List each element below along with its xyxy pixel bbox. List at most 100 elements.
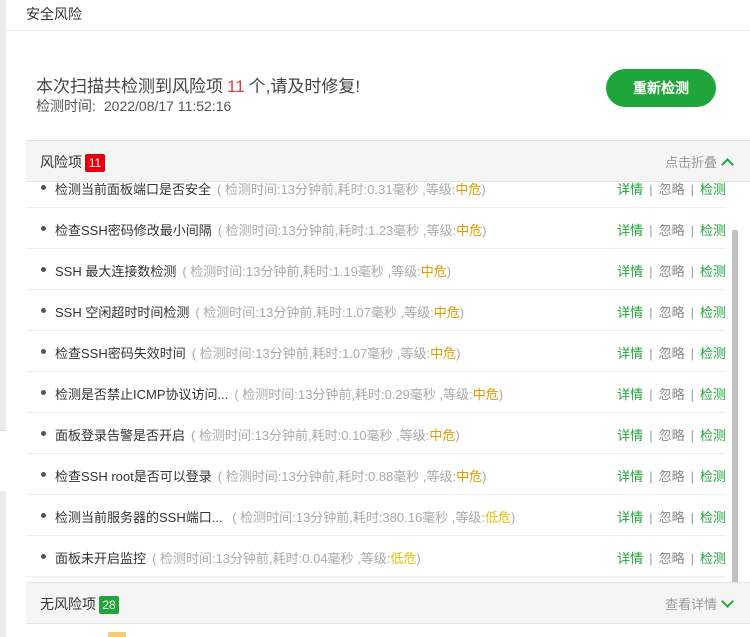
risk-meta-prefix: ( 检测时间:13分钟前,耗时:0.29毫秒 ,等级: — [234, 387, 473, 402]
detail-link[interactable]: 详情 — [617, 510, 643, 525]
view-details-label: 查看详情 — [664, 597, 717, 612]
check-link[interactable]: 检测 — [700, 346, 726, 361]
risk-level: 中危 — [430, 346, 457, 361]
check-link[interactable]: 检测 — [700, 510, 726, 525]
ignore-link[interactable]: 忽略 — [659, 346, 685, 361]
detail-link[interactable]: 详情 — [617, 551, 643, 566]
risk-item-text: SSH 空闲超时时间检测 ( 检测时间:13分钟前,耗时:1.07毫秒 ,等级:中… — [55, 302, 464, 321]
scan-summary: 本次扫描共检测到风险项 11 个,请及时修复! — [36, 72, 360, 97]
detail-link[interactable]: 详情 — [617, 223, 643, 238]
risk-actions: 详情 | 忽略 | 检测 — [617, 548, 726, 567]
ignore-link[interactable]: 忽略 — [659, 469, 685, 484]
chevron-down-icon — [721, 595, 734, 608]
risk-item-text: 面板未开启监控 ( 检测时间:13分钟前,耗时:0.04毫秒 ,等级:低危) — [55, 548, 421, 567]
risk-section-header[interactable]: 风险项 11 点击折叠 — [26, 140, 750, 182]
risk-meta-suffix: ) — [446, 264, 452, 279]
check-link[interactable]: 检测 — [700, 264, 726, 279]
safe-section-header[interactable]: 无风险项 28 查看详情 — [26, 582, 750, 624]
ignore-link[interactable]: 忽略 — [659, 510, 685, 525]
ignore-link[interactable]: 忽略 — [659, 264, 685, 279]
separator: | — [690, 387, 694, 402]
separator: | — [649, 264, 653, 279]
risk-actions: 详情 | 忽略 | 检测 — [617, 261, 726, 280]
bullet-icon — [41, 349, 46, 354]
risk-meta-prefix: ( 检测时间:13分钟前,耗时:1.07毫秒 ,等级: — [191, 346, 431, 361]
risk-meta-suffix: ) — [482, 469, 487, 484]
risk-actions: 详情 | 忽略 | 检测 — [617, 425, 726, 444]
risk-row: 检测当前面板端口是否安全 ( 检测时间:13分钟前,耗时:0.31毫秒 ,等级:中… — [26, 182, 726, 208]
bullet-icon — [41, 513, 46, 518]
check-link[interactable]: 检测 — [700, 305, 726, 320]
risk-meta-prefix: ( 检测时间:13分钟前,耗时:0.88毫秒 ,等级: — [217, 469, 457, 484]
risk-level: 中危 — [456, 469, 483, 484]
risk-meta: ( 检测时间:13分钟前,耗时:1.07毫秒 ,等级:中危) — [192, 346, 461, 361]
collapse-toggle[interactable]: 点击折叠 — [665, 152, 734, 171]
safe-section-label: 无风险项 — [40, 596, 96, 612]
ignore-link[interactable]: 忽略 — [659, 387, 685, 402]
risk-row: 检查SSH root是否可以登录 ( 检测时间:13分钟前,耗时:0.88毫秒 ,… — [26, 454, 726, 495]
risk-meta-prefix: ( 检测时间:13分钟前,耗时:0.10毫秒 ,等级: — [191, 428, 430, 443]
risk-name: 检查SSH root是否可以登录 — [55, 469, 212, 484]
separator: | — [690, 469, 694, 484]
detail-link[interactable]: 详情 — [617, 264, 643, 279]
separator: | — [649, 182, 653, 197]
risk-name: 检查SSH密码失效时间 — [55, 346, 186, 361]
scrollbar-thumb[interactable] — [732, 230, 738, 584]
risk-level: 中危 — [472, 387, 499, 402]
risk-count: 11 — [227, 77, 245, 96]
risk-row: 检查SSH密码修改最小间隔 ( 检测时间:13分钟前,耗时:1.23毫秒 ,等级:… — [26, 208, 726, 249]
risk-item-text: 检查SSH密码修改最小间隔 ( 检测时间:13分钟前,耗时:1.23毫秒 ,等级:… — [55, 220, 486, 239]
risk-meta: ( 检测时间:13分钟前,耗时:0.29毫秒 ,等级:中危) — [234, 387, 503, 402]
risk-row: 面板未开启监控 ( 检测时间:13分钟前,耗时:0.04毫秒 ,等级:低危) 详情 |… — [26, 536, 726, 577]
risk-item-text: 检测当前服务器的SSH端口... ( 检测时间:13分钟前,耗时:380.16毫… — [55, 507, 515, 526]
ignore-link[interactable]: 忽略 — [659, 551, 685, 566]
risk-item-text: 检测当前面板端口是否安全 ( 检测时间:13分钟前,耗时:0.31毫秒 ,等级:中… — [55, 182, 486, 198]
next-item-badge — [108, 632, 126, 637]
separator: | — [649, 469, 653, 484]
detail-link[interactable]: 详情 — [617, 305, 643, 320]
separator: | — [690, 428, 694, 443]
separator: | — [690, 223, 694, 238]
risk-meta-suffix: ) — [459, 305, 465, 320]
scan-time: 检测时间: 2022/08/17 11:52:16 — [36, 96, 231, 116]
detail-link[interactable]: 详情 — [617, 182, 643, 197]
risk-list[interactable]: 检测当前面板端口是否安全( 检测时间:13分钟前,耗时:0.31毫秒 ,等级:中… — [26, 182, 726, 582]
risk-meta-prefix: ( 检测时间:13分钟前,耗时:0.31毫秒 ,等级: — [217, 182, 456, 197]
check-link[interactable]: 检测 — [700, 551, 726, 566]
scan-time-label: 检测时间: — [36, 98, 96, 114]
separator: | — [690, 346, 694, 361]
detail-link[interactable]: 详情 — [617, 428, 643, 443]
risk-meta: ( 检测时间:13分钟前,耗时:0.04毫秒 ,等级:低危) — [152, 551, 421, 566]
ignore-link[interactable]: 忽略 — [659, 182, 685, 197]
risk-section-label: 风险项 — [40, 154, 82, 170]
detail-link[interactable]: 详情 — [617, 387, 643, 402]
risk-level: 中危 — [420, 264, 447, 279]
rescan-button[interactable]: 重新检测 — [606, 69, 716, 107]
check-link[interactable]: 检测 — [700, 223, 726, 238]
separator: | — [649, 551, 653, 566]
check-link[interactable]: 检测 — [700, 182, 726, 197]
view-details-toggle[interactable]: 查看详情 — [664, 594, 734, 613]
separator: | — [649, 305, 653, 320]
ignore-link[interactable]: 忽略 — [659, 305, 685, 320]
check-link[interactable]: 检测 — [700, 387, 726, 402]
bullet-icon — [41, 185, 46, 190]
risk-section-title: 风险项 11 — [40, 152, 105, 172]
bullet-icon — [41, 267, 46, 272]
risk-actions: 详情 | 忽略 | 检测 — [617, 302, 726, 321]
risk-name: 检测当前服务器的SSH端口... — [55, 510, 223, 525]
separator: | — [649, 223, 653, 238]
bullet-icon — [41, 226, 46, 231]
check-link[interactable]: 检测 — [700, 469, 726, 484]
separator: | — [690, 305, 694, 320]
risk-actions: 详情 | 忽略 | 检测 — [617, 384, 726, 403]
risk-level: 低危 — [390, 551, 417, 566]
risk-actions: 详情 | 忽略 | 检测 — [617, 343, 726, 362]
detail-link[interactable]: 详情 — [617, 469, 643, 484]
detail-link[interactable]: 详情 — [617, 346, 643, 361]
check-link[interactable]: 检测 — [700, 428, 726, 443]
ignore-link[interactable]: 忽略 — [659, 223, 685, 238]
risk-name: SSH 最大连接数检测 — [55, 264, 177, 279]
ignore-link[interactable]: 忽略 — [659, 428, 685, 443]
risk-name: 面板未开启监控 — [55, 551, 147, 566]
